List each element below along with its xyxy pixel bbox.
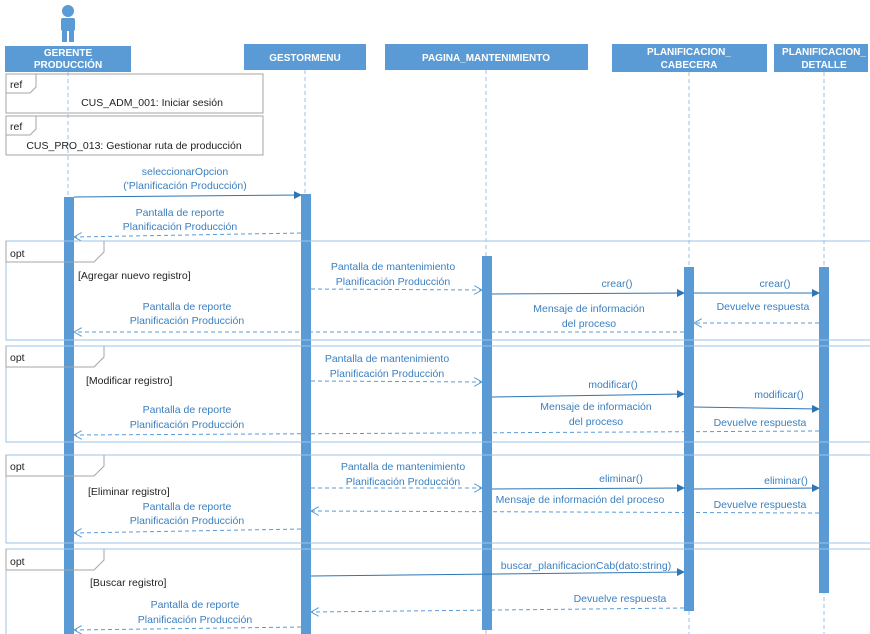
message-label: Planificación Producción [130,515,245,527]
message-label: Pantalla de reporte [136,207,225,219]
opt-tag: opt [10,556,25,568]
opt-fragment-buscar: opt [Buscar registro] [5,548,870,634]
sequence-diagram: GERENTE PRODUCCIÓN GESTORMENU PAGINA_MAN… [5,5,870,634]
message-label: Mensaje de información [533,303,645,315]
message-label: Pantalla de mantenimiento [325,353,449,365]
message-arrow [491,484,685,493]
return-arrow [310,381,482,382]
message-arrow [73,191,302,200]
message-label: ('Planificación Producción) [123,180,246,192]
detalle-label-line1: PLANIFICACION_ [782,47,866,58]
ref-text: CUS_ADM_001: Iniciar sesión [81,97,223,109]
pagina-label: PAGINA_MANTENIMIENTO [422,53,550,64]
message-label: crear() [602,278,633,290]
message-label: Pantalla de reporte [151,599,240,611]
message-label: Planificación Producción [123,221,238,233]
message-label: crear() [760,278,791,290]
ref-frame-1: ref CUS_ADM_001: Iniciar sesión [5,73,264,114]
gestormenu-activation [301,194,311,634]
message-label: Pantalla de mantenimiento [341,461,465,473]
message-arrow [310,568,685,577]
return-arrow [311,608,685,612]
user-icon [61,5,75,42]
message-label: Planificación Producción [346,476,461,488]
message-label: eliminar() [599,473,643,485]
message-label: Devuelve respuesta [574,593,667,605]
message-label: Devuelve respuesta [714,417,807,429]
message-label: Devuelve respuesta [717,301,810,313]
message-label: buscar_planificacionCab(dato:string) [501,560,671,572]
message-label: modificar() [754,389,804,401]
actor-label-line2: PRODUCCIÓN [34,58,102,71]
message-label: Pantalla de reporte [143,404,232,416]
message-arrow [693,484,820,493]
message-label: Planificación Producción [138,614,253,626]
cabecera-activation [684,267,694,611]
return-arrow [74,431,820,435]
message-arrow [491,390,685,399]
ref-tag: ref [10,79,22,91]
message-arrow [491,289,685,298]
ref-tag: ref [10,121,22,133]
guard-label: [Modificar registro] [86,375,172,387]
message-label: Planificación Producción [336,276,451,288]
message-label: del proceso [569,416,623,428]
return-arrow [74,627,302,630]
message-label: Planificación Producción [130,315,245,327]
ref-text: CUS_PRO_013: Gestionar ruta de producció… [26,140,242,152]
message-label: del proceso [562,318,616,330]
message-label: Devuelve respuesta [714,499,807,511]
return-arrow [74,529,302,533]
detalle-label-line2: DETALLE [801,60,847,71]
return-arrow [311,511,820,513]
opt-tag: opt [10,461,25,473]
opt-tag: opt [10,248,25,260]
cabecera-label-line2: CABECERA [661,60,718,71]
detalle-activation [819,267,829,593]
message-label: eliminar() [764,475,808,487]
message-label: Pantalla de reporte [143,301,232,313]
actor-activation [64,197,74,634]
return-arrow [310,289,482,290]
gestormenu-label: GESTORMENU [269,53,341,64]
guard-label: [Eliminar registro] [88,486,170,498]
message-label: Planificación Producción [330,368,445,380]
cabecera-label-line1: PLANIFICACION_ [647,47,731,58]
ref-frame-2: ref CUS_PRO_013: Gestionar ruta de produ… [5,115,264,156]
return-arrow [74,233,302,237]
message-label: seleccionarOpcion [142,166,229,178]
guard-label: [Agregar nuevo registro] [78,270,191,282]
guard-label: [Buscar registro] [90,577,167,589]
message-label: modificar() [588,379,638,391]
message-label: Planificación Producción [130,419,245,431]
message-label: Pantalla de reporte [143,501,232,513]
opt-tag: opt [10,352,25,364]
message-label: Pantalla de mantenimiento [331,261,455,273]
message-arrow [693,404,820,413]
message-label: Mensaje de información del proceso [496,494,665,506]
message-label: Mensaje de información [540,401,652,413]
actor-label-line1: GERENTE [44,48,93,59]
